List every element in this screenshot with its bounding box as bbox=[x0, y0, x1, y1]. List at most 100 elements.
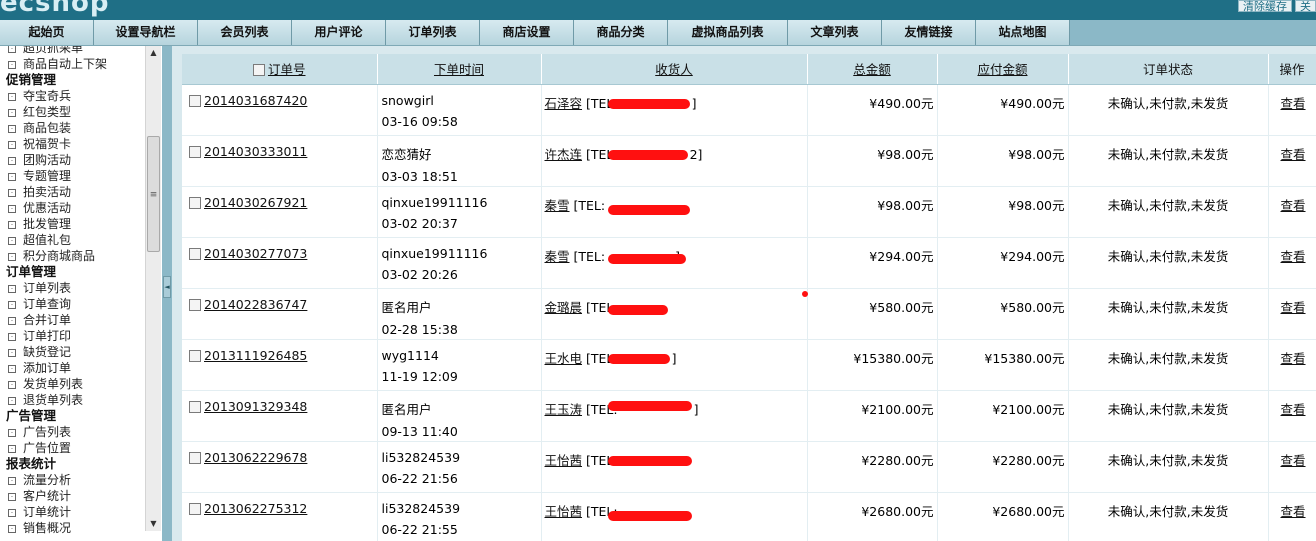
sidebar-item[interactable]: · 合并订单 bbox=[0, 312, 145, 328]
row-checkbox[interactable] bbox=[189, 145, 201, 158]
view-link[interactable]: 查看 bbox=[1281, 96, 1306, 111]
consignee-link[interactable]: 秦雪 bbox=[545, 249, 570, 264]
consignee-link[interactable]: 王怡茜 bbox=[545, 453, 583, 468]
scroll-thumb[interactable]: ≡ bbox=[147, 136, 160, 252]
consignee-link[interactable]: 许杰连 bbox=[545, 147, 583, 162]
nav-member-list[interactable]: 会员列表 bbox=[198, 20, 292, 45]
order-sn-link[interactable]: 2013091329348 bbox=[204, 399, 307, 414]
consignee-link[interactable]: 王怡茜 bbox=[545, 504, 583, 519]
sidebar-item[interactable]: · 订单统计 bbox=[0, 504, 145, 520]
consignee-link[interactable]: 金璐晨 bbox=[545, 300, 583, 315]
sidebar-item[interactable]: · 红包类型 bbox=[0, 104, 145, 120]
row-checkbox[interactable] bbox=[189, 94, 201, 107]
row-checkbox[interactable] bbox=[189, 349, 201, 362]
nav-shop-settings[interactable]: 商店设置 bbox=[480, 20, 574, 45]
sidebar-item[interactable]: · 订单打印 bbox=[0, 328, 145, 344]
row-checkbox[interactable] bbox=[189, 451, 201, 464]
sidebar-item[interactable]: · 团购活动 bbox=[0, 152, 145, 168]
order-sn-link[interactable]: 2014030277073 bbox=[204, 246, 307, 261]
col-order-sn[interactable]: 订单号 bbox=[182, 54, 378, 85]
sidebar-item[interactable]: · 拍卖活动 bbox=[0, 184, 145, 200]
clear-cache-button[interactable]: 清除缓存 bbox=[1238, 0, 1292, 13]
sidebar-item[interactable]: · 超页抓采单 bbox=[0, 46, 145, 56]
row-checkbox[interactable] bbox=[189, 247, 201, 260]
view-link[interactable]: 查看 bbox=[1281, 351, 1306, 366]
col-payable[interactable]: 应付金额 bbox=[937, 54, 1069, 85]
consignee-link[interactable]: 秦雪 bbox=[545, 198, 570, 213]
consignee-link[interactable]: 石泽容 bbox=[545, 96, 583, 111]
buyer-name: qinxue19911116 bbox=[381, 194, 488, 210]
select-all-checkbox[interactable] bbox=[252, 64, 265, 77]
bullet-box-icon: · bbox=[8, 220, 16, 229]
nav-sitemap[interactable]: 站点地图 bbox=[976, 20, 1070, 45]
sidebar-item[interactable]: · 广告列表 bbox=[0, 424, 145, 440]
total-cell: ¥98.00元 bbox=[807, 135, 938, 187]
nav-virtual-goods[interactable]: 虚拟商品列表 bbox=[668, 20, 788, 45]
order-sn-link[interactable]: 2014030333011 bbox=[204, 144, 307, 159]
view-link[interactable]: 查看 bbox=[1281, 300, 1306, 315]
order-sn-link[interactable]: 2013062229678 bbox=[204, 450, 307, 465]
sidebar-item-label: 客户统计 bbox=[23, 489, 72, 503]
scroll-down-arrow-icon[interactable]: ▼ bbox=[146, 517, 161, 531]
row-checkbox[interactable] bbox=[189, 400, 201, 413]
sidebar-item[interactable]: · 优惠活动 bbox=[0, 200, 145, 216]
nav-start-page[interactable]: 起始页 bbox=[0, 20, 94, 45]
order-sn-link[interactable]: 2014030267921 bbox=[204, 195, 307, 210]
nav-user-comments[interactable]: 用户评论 bbox=[292, 20, 386, 45]
row-checkbox[interactable] bbox=[189, 196, 201, 209]
bullet-box-icon: · bbox=[8, 140, 16, 149]
view-link[interactable]: 查看 bbox=[1281, 198, 1306, 213]
row-checkbox[interactable] bbox=[189, 502, 201, 515]
col-order-time[interactable]: 下单时间 bbox=[377, 54, 542, 85]
nav-friend-links[interactable]: 友情链接 bbox=[882, 20, 976, 45]
sidebar-item-label: 拍卖活动 bbox=[23, 185, 72, 199]
order-sn-link[interactable]: 2013062275312 bbox=[204, 501, 307, 516]
collapse-sidebar-icon[interactable]: ◄ bbox=[163, 276, 171, 298]
sidebar-item[interactable]: · 销售概况 bbox=[0, 520, 145, 536]
row-checkbox[interactable] bbox=[189, 298, 201, 311]
sidebar-item-label: 祝福贺卡 bbox=[23, 137, 72, 151]
sidebar-item-label: 销售概况 bbox=[23, 521, 72, 535]
col-consignee[interactable]: 收货人 bbox=[541, 54, 808, 85]
scroll-up-arrow-icon[interactable]: ▲ bbox=[146, 46, 161, 60]
nav-category[interactable]: 商品分类 bbox=[574, 20, 668, 45]
sidebar-item[interactable]: · 添加订单 bbox=[0, 360, 145, 376]
sidebar-item[interactable]: · 商品包装 bbox=[0, 120, 145, 136]
nav-article-list[interactable]: 文章列表 bbox=[788, 20, 882, 45]
order-sn-link[interactable]: 2014022836747 bbox=[204, 297, 307, 312]
sidebar-item[interactable]: · 积分商城商品 bbox=[0, 248, 145, 264]
sidebar-item[interactable]: · 订单列表 bbox=[0, 280, 145, 296]
close-button[interactable]: 关 bbox=[1295, 0, 1316, 13]
table-header-row: 订单号 下单时间 收货人 总金额 应付金额 订单状态 操作 bbox=[182, 54, 1316, 85]
sidebar-item[interactable]: · 发货单列表 bbox=[0, 376, 145, 392]
view-link[interactable]: 查看 bbox=[1281, 402, 1306, 417]
view-link[interactable]: 查看 bbox=[1281, 249, 1306, 264]
consignee-link[interactable]: 王玉涛 bbox=[545, 402, 583, 417]
status-cell: 未确认,未付款,未发货 bbox=[1068, 186, 1269, 238]
view-link[interactable]: 查看 bbox=[1281, 504, 1306, 519]
sidebar-item[interactable]: · 缺货登记 bbox=[0, 344, 145, 360]
sidebar-item[interactable]: · 夺宝奇兵 bbox=[0, 88, 145, 104]
sidebar-item[interactable]: · 流量分析 bbox=[0, 472, 145, 488]
sidebar-item[interactable]: · 超值礼包 bbox=[0, 232, 145, 248]
view-link[interactable]: 查看 bbox=[1281, 453, 1306, 468]
order-sn-link[interactable]: 2014031687420 bbox=[204, 93, 307, 108]
sidebar-item[interactable]: · 订单查询 bbox=[0, 296, 145, 312]
top-nav: 起始页 设置导航栏 会员列表 用户评论 订单列表 商店设置 商品分类 虚拟商品列… bbox=[0, 20, 1316, 46]
sidebar-item[interactable]: · 客户统计 bbox=[0, 488, 145, 504]
nav-order-list[interactable]: 订单列表 bbox=[386, 20, 480, 45]
sidebar-item[interactable]: · 批发管理 bbox=[0, 216, 145, 232]
sidebar-item[interactable]: · 祝福贺卡 bbox=[0, 136, 145, 152]
order-sn-link[interactable]: 2013111926485 bbox=[204, 348, 307, 363]
status-cell: 未确认,未付款,未发货 bbox=[1068, 237, 1269, 289]
nav-setup-navbar[interactable]: 设置导航栏 bbox=[94, 20, 198, 45]
sidebar-scrollbar[interactable]: ▲ ≡ ▼ bbox=[145, 46, 161, 531]
consignee-link[interactable]: 王水电 bbox=[545, 351, 583, 366]
col-total[interactable]: 总金额 bbox=[807, 54, 938, 85]
bullet-box-icon: · bbox=[8, 332, 16, 341]
sidebar-item[interactable]: · 退货单列表 bbox=[0, 392, 145, 408]
sidebar-item[interactable]: · 专题管理 bbox=[0, 168, 145, 184]
sidebar-item[interactable]: · 广告位置 bbox=[0, 440, 145, 456]
sidebar-item[interactable]: · 商品自动上下架 bbox=[0, 56, 145, 72]
view-link[interactable]: 查看 bbox=[1281, 147, 1306, 162]
